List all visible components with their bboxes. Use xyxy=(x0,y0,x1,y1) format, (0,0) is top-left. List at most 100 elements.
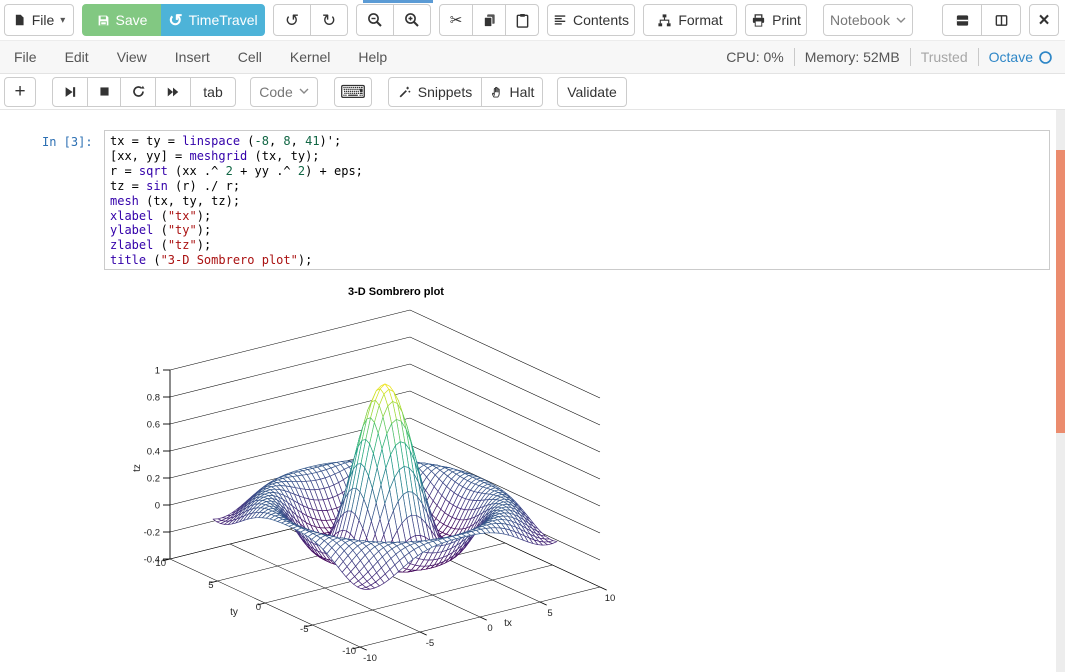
split-row-icon xyxy=(955,13,970,28)
print-button[interactable]: Print xyxy=(745,4,807,36)
format-button[interactable]: Format xyxy=(643,4,737,36)
close-frame-button[interactable]: × xyxy=(1029,4,1059,36)
tab-complete-button[interactable]: tab xyxy=(190,77,236,107)
validate-label: Validate xyxy=(567,84,617,100)
kernel-selector[interactable]: Octave xyxy=(989,49,1053,65)
split-group xyxy=(942,4,1021,36)
menu-help[interactable]: Help xyxy=(344,49,401,65)
svg-text:0: 0 xyxy=(487,623,492,634)
trusted-badge: Trusted xyxy=(921,49,968,65)
notebook-area: In [3]: 7.688 seconds 3 tx = ty = linspa… xyxy=(0,110,1065,672)
code-editor[interactable]: tx = ty = linspace (-8, 8, 41)';[xx, yy]… xyxy=(104,130,1050,270)
sitemap-icon xyxy=(657,13,672,28)
run-toolbar: + tab Code ⌨ Snippets xyxy=(0,74,1065,110)
status-cluster: CPU: 0% Memory: 52MB Trusted Octave xyxy=(726,48,1065,66)
menu-cell[interactable]: Cell xyxy=(224,49,276,65)
file-menu-label: File xyxy=(32,12,55,28)
menu-edit[interactable]: Edit xyxy=(51,49,103,65)
list-icon xyxy=(553,13,567,27)
keyboard-icon: ⌨ xyxy=(340,83,366,101)
kernel-status-icon xyxy=(1038,50,1053,65)
scrollbar-thumb[interactable] xyxy=(1056,150,1065,433)
cocalc-jupyter-app: File ▾ Save ↺ TimeTravel ↺ ↻ xyxy=(0,0,1065,672)
scissors-icon: ✂ xyxy=(450,13,463,28)
copy-button[interactable] xyxy=(472,4,506,36)
stop-icon xyxy=(98,85,111,98)
cell-type-label: Code xyxy=(259,84,292,100)
undo-redo-group: ↺ ↻ xyxy=(273,4,348,36)
kernel-name: Octave xyxy=(989,49,1033,65)
menu-kernel[interactable]: Kernel xyxy=(276,49,344,65)
split-row-button[interactable] xyxy=(942,4,982,36)
cut-button[interactable]: ✂ xyxy=(439,4,473,36)
zoom-in-icon xyxy=(404,12,420,28)
zoom-in-button[interactable] xyxy=(393,4,431,36)
menu-insert[interactable]: Insert xyxy=(161,49,224,65)
menu-view[interactable]: View xyxy=(103,49,161,65)
divider xyxy=(978,48,979,66)
redo-icon: ↻ xyxy=(322,12,336,29)
svg-text:-5: -5 xyxy=(426,638,434,649)
svg-text:5: 5 xyxy=(547,608,552,619)
restart-kernel-button[interactable] xyxy=(120,77,156,107)
fast-forward-icon xyxy=(166,85,180,99)
paste-button[interactable] xyxy=(505,4,539,36)
redo-button[interactable]: ↻ xyxy=(310,4,348,36)
file-menu-button[interactable]: File ▾ xyxy=(4,4,74,36)
save-label: Save xyxy=(116,12,148,28)
svg-text:0: 0 xyxy=(256,602,261,613)
zoom-group xyxy=(356,4,431,36)
snippets-label: Snippets xyxy=(418,84,472,100)
restart-icon xyxy=(131,84,146,99)
split-column-icon xyxy=(994,13,1009,28)
paste-icon xyxy=(515,13,530,28)
svg-text:5: 5 xyxy=(208,580,213,591)
divider xyxy=(910,48,911,66)
timetravel-label: TimeTravel xyxy=(189,12,258,28)
halt-button[interactable]: Halt xyxy=(481,77,543,107)
clipboard-group: ✂ xyxy=(439,4,539,36)
run-all-button[interactable] xyxy=(155,77,191,107)
hand-icon xyxy=(490,85,504,99)
scrollbar-track[interactable] xyxy=(1056,110,1065,672)
chevron-down-icon xyxy=(299,88,309,95)
svg-text:0.8: 0.8 xyxy=(147,393,160,404)
contents-button[interactable]: Contents xyxy=(547,4,635,36)
snippets-button[interactable]: Snippets xyxy=(388,77,482,107)
save-icon xyxy=(97,14,110,27)
stop-button[interactable] xyxy=(87,77,121,107)
printer-icon xyxy=(751,13,766,28)
frame-type-dropdown[interactable]: Notebook xyxy=(823,4,913,36)
magic-wand-icon xyxy=(398,85,412,99)
svg-text:3-D Sombrero plot: 3-D Sombrero plot xyxy=(348,286,444,298)
validate-button[interactable]: Validate xyxy=(557,77,627,107)
svg-text:0.4: 0.4 xyxy=(147,447,160,458)
zoom-out-button[interactable] xyxy=(356,4,394,36)
cell-type-dropdown[interactable]: Code xyxy=(250,77,318,107)
history-icon: ↺ xyxy=(168,12,182,29)
undo-button[interactable]: ↺ xyxy=(273,4,311,36)
keyboard-shortcuts-button[interactable]: ⌨ xyxy=(334,77,372,107)
svg-text:-10: -10 xyxy=(342,646,356,657)
menu-file[interactable]: File xyxy=(0,49,51,65)
chevron-down-icon xyxy=(896,17,906,24)
tab-label: tab xyxy=(203,84,222,100)
svg-text:1: 1 xyxy=(155,366,160,377)
svg-text:-0.2: -0.2 xyxy=(144,528,160,539)
run-cell-button[interactable] xyxy=(52,77,88,107)
file-icon xyxy=(13,13,26,27)
svg-text:ty: ty xyxy=(230,607,238,618)
svg-text:10: 10 xyxy=(605,593,616,604)
save-timetravel-group: Save ↺ TimeTravel xyxy=(82,4,265,36)
split-column-button[interactable] xyxy=(981,4,1021,36)
step-forward-icon xyxy=(63,85,77,99)
active-frame-indicator xyxy=(363,0,433,3)
undo-icon: ↺ xyxy=(285,12,299,29)
top-toolbar: File ▾ Save ↺ TimeTravel ↺ ↻ xyxy=(0,0,1065,40)
insert-cell-button[interactable]: + xyxy=(4,77,36,107)
svg-text:-10: -10 xyxy=(363,653,377,664)
svg-text:0: 0 xyxy=(155,501,160,512)
save-button[interactable]: Save xyxy=(82,4,162,36)
timetravel-button[interactable]: ↺ TimeTravel xyxy=(161,4,265,36)
plot-output: 10.80.60.40.20-0.2-0.4-10-50510-10-50510… xyxy=(104,280,684,672)
